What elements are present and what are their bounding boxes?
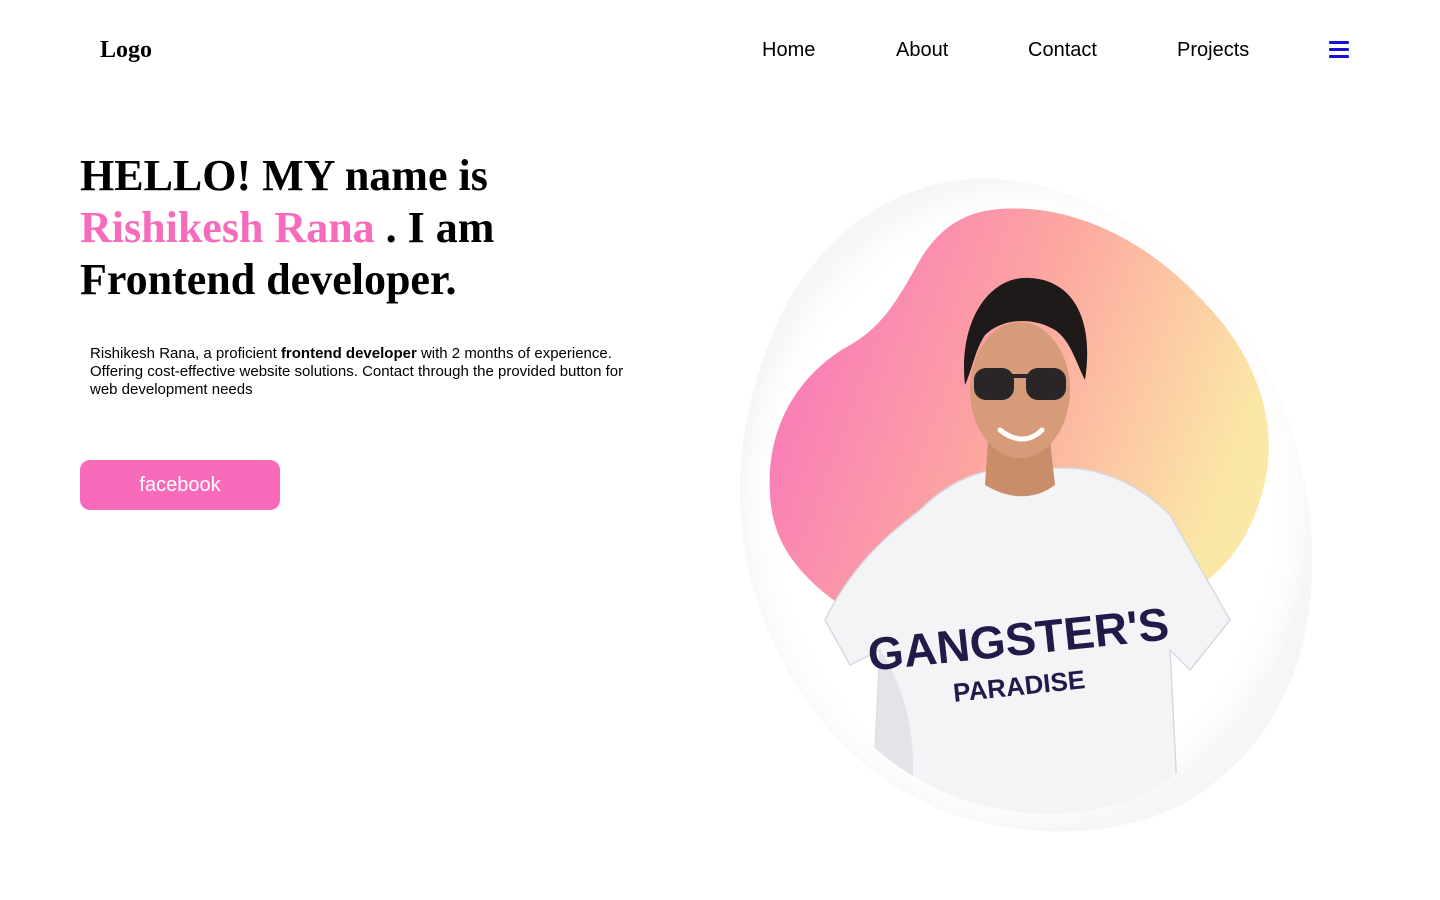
nav-link-about[interactable]: About (896, 38, 948, 62)
logo[interactable]: Logo (100, 34, 152, 66)
hamburger-bar (1329, 55, 1349, 58)
hero-heading: HELLO! MY name is Rishikesh Rana . I am … (80, 150, 680, 306)
facebook-button[interactable]: facebook (80, 460, 280, 510)
nav-link-projects[interactable]: Projects (1177, 38, 1249, 62)
hamburger-menu-icon[interactable] (1329, 40, 1349, 58)
profile-photo: GANGSTER'S PARADISE (740, 178, 1313, 832)
nav-link-contact[interactable]: Contact (1028, 38, 1097, 62)
bio-highlight: frontend developer (280, 345, 417, 362)
hamburger-bar (1329, 48, 1349, 51)
hero-bio: Rishikesh Rana, a proficient frontend de… (90, 345, 630, 399)
hero-name: Rishikesh Rana (80, 203, 375, 252)
hamburger-bar (1329, 41, 1349, 44)
bio-prefix: Rishikesh Rana, a proficient (90, 345, 281, 362)
heading-intro: HELLO! MY name is (80, 151, 488, 200)
nav-link-home[interactable]: Home (762, 38, 815, 62)
